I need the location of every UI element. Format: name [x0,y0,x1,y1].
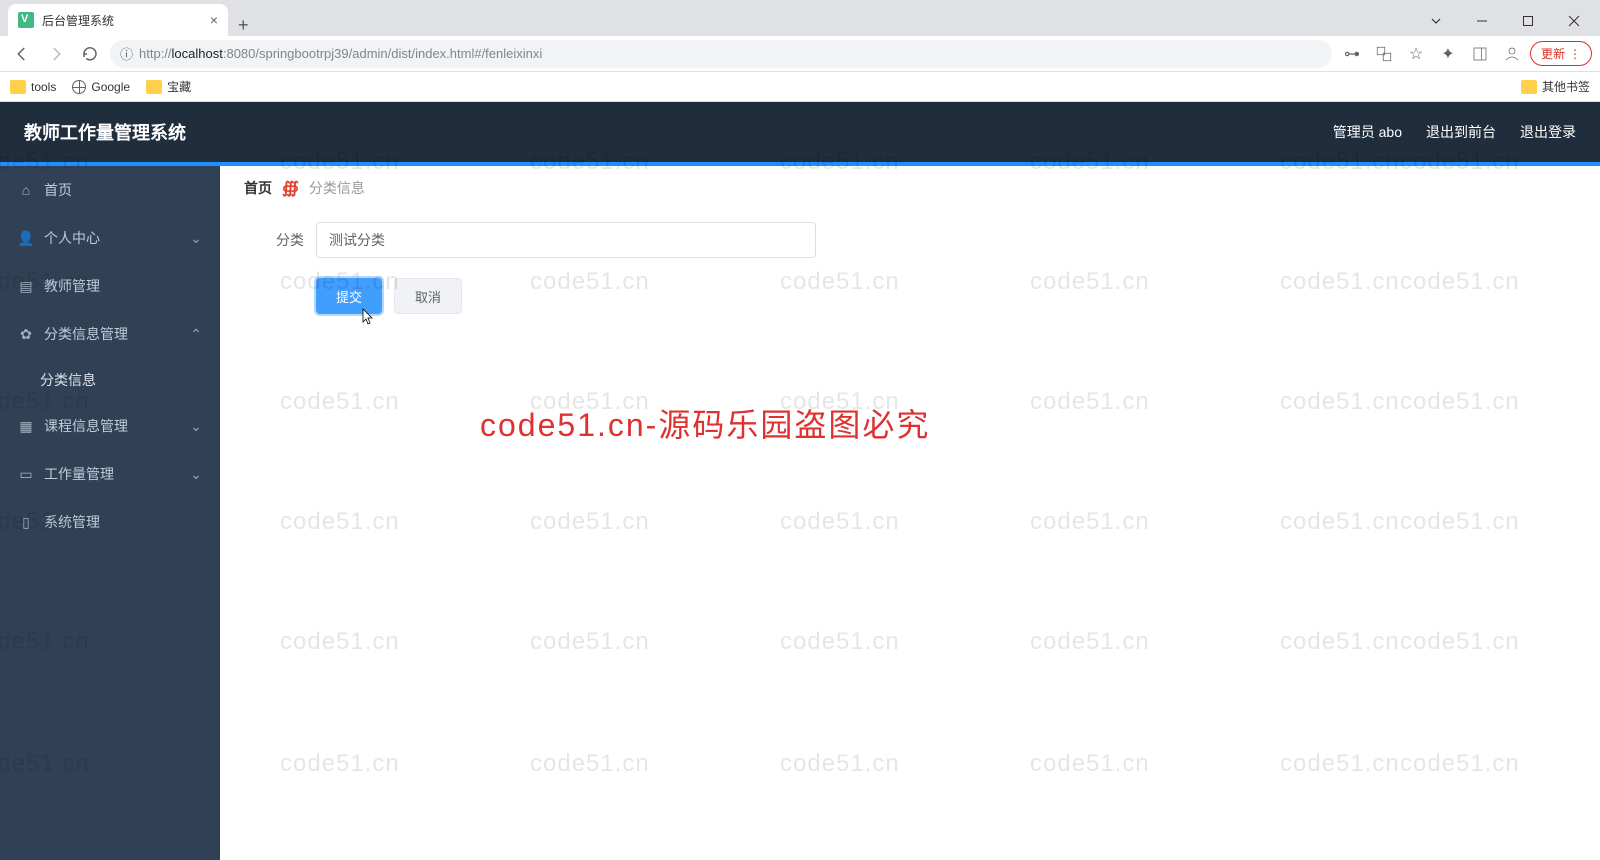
app-header: 教师工作量管理系统 管理员 abo 退出到前台 退出登录 [0,102,1600,162]
main-content: 首页 ∰ 分类信息 分类 提交 取消 [220,166,1600,860]
close-window-icon[interactable] [1552,6,1596,36]
breadcrumb-separator-icon: ∰ [282,178,299,198]
sidebar-item-system[interactable]: ▯ 系统管理 [0,498,220,546]
category-input[interactable] [316,222,816,258]
chart-icon: ▭ [18,466,34,482]
header-exit-front[interactable]: 退出到前台 [1426,122,1496,142]
sidebar-item-label: 系统管理 [44,512,100,532]
gear-icon: ✿ [18,326,34,342]
panel-icon[interactable] [1466,40,1494,68]
home-icon: ⌂ [18,182,34,198]
bookmark-tools[interactable]: tools [10,80,56,94]
maximize-icon[interactable] [1506,6,1550,36]
star-icon[interactable]: ☆ [1402,40,1430,68]
extensions-icon[interactable]: ✦ [1434,40,1462,68]
cancel-button[interactable]: 取消 [394,278,462,314]
clipboard-icon: ▯ [18,514,34,530]
back-button[interactable] [8,40,36,68]
breadcrumb-current: 分类信息 [309,178,365,198]
close-tab-icon[interactable]: × [210,12,218,28]
chevron-up-icon: ⌃ [190,326,202,343]
forward-button[interactable] [42,40,70,68]
chevron-down-icon: ⌄ [190,418,202,435]
bookmark-google[interactable]: Google [72,80,130,94]
bookmark-treasure[interactable]: 宝藏 [146,78,191,95]
tab-strip: 后台管理系统 × + [0,0,1600,36]
translate-icon[interactable] [1370,40,1398,68]
app-body: ⌂ 首页 👤 个人中心 ⌄ ▤ 教师管理 ✿ 分类信息管理 ⌃ 分类信息 ▦ 课… [0,166,1600,860]
info-icon[interactable]: ⓘ [120,44,133,63]
sidebar-item-label: 分类信息 [40,370,96,390]
update-button[interactable]: 更新⋮ [1530,41,1592,66]
url-text: http://localhost:8080/springbootrpj39/ad… [139,46,542,61]
chevron-down-icon: ⌄ [190,230,202,247]
sidebar-item-label: 个人中心 [44,228,100,248]
sidebar-item-label: 首页 [44,180,72,200]
header-logout[interactable]: 退出登录 [1520,122,1576,142]
nav-bar: ⓘ http://localhost:8080/springbootrpj39/… [0,36,1600,72]
profile-icon[interactable] [1498,40,1526,68]
nav-right: ⊶ ☆ ✦ 更新⋮ [1338,40,1592,68]
sidebar-item-course[interactable]: ▦ 课程信息管理 ⌄ [0,402,220,450]
sidebar-item-label: 教师管理 [44,276,100,296]
user-icon: 👤 [18,230,34,246]
bookmarks-bar: tools Google 宝藏 其他书签 [0,72,1600,102]
form-area: 分类 提交 取消 [220,210,1600,326]
chevron-down-icon[interactable] [1414,6,1458,36]
form-label-category: 分类 [244,230,304,250]
app-title: 教师工作量管理系统 [24,119,186,145]
reload-button[interactable] [76,40,104,68]
sidebar-item-label: 分类信息管理 [44,324,128,344]
globe-icon [72,80,86,94]
sidebar-item-label: 课程信息管理 [44,416,128,436]
sidebar-item-workload[interactable]: ▭ 工作量管理 ⌄ [0,450,220,498]
address-bar[interactable]: ⓘ http://localhost:8080/springbootrpj39/… [110,40,1332,68]
key-icon[interactable]: ⊶ [1338,40,1366,68]
submit-button[interactable]: 提交 [316,278,382,314]
form-row-category: 分类 [244,222,1576,258]
window-controls [1414,6,1600,36]
sidebar-item-teacher[interactable]: ▤ 教师管理 [0,262,220,310]
tab-title: 后台管理系统 [42,12,114,29]
new-tab-button[interactable]: + [228,15,259,36]
sidebar-item-category-info[interactable]: 分类信息 [0,358,220,402]
folder-icon [146,80,162,94]
sidebar-item-category-mgmt[interactable]: ✿ 分类信息管理 ⌃ [0,310,220,358]
header-links: 管理员 abo 退出到前台 退出登录 [1333,122,1576,142]
book-icon: ▤ [18,278,34,294]
vue-favicon-icon [18,12,34,28]
breadcrumb: 首页 ∰ 分类信息 [220,166,1600,210]
browser-tab[interactable]: 后台管理系统 × [8,4,228,36]
bookmark-others[interactable]: 其他书签 [1521,78,1590,95]
minimize-icon[interactable] [1460,6,1504,36]
header-user[interactable]: 管理员 abo [1333,122,1402,142]
folder-icon [10,80,26,94]
breadcrumb-home[interactable]: 首页 [244,178,272,198]
browser-chrome: 后台管理系统 × + [0,0,1600,36]
sidebar: ⌂ 首页 👤 个人中心 ⌄ ▤ 教师管理 ✿ 分类信息管理 ⌃ 分类信息 ▦ 课… [0,166,220,860]
chevron-down-icon: ⌄ [190,466,202,483]
sidebar-item-home[interactable]: ⌂ 首页 [0,166,220,214]
button-row: 提交 取消 [316,278,1576,314]
list-icon: ▦ [18,418,34,434]
folder-icon [1521,80,1537,94]
sidebar-item-personal[interactable]: 👤 个人中心 ⌄ [0,214,220,262]
sidebar-item-label: 工作量管理 [44,464,114,484]
